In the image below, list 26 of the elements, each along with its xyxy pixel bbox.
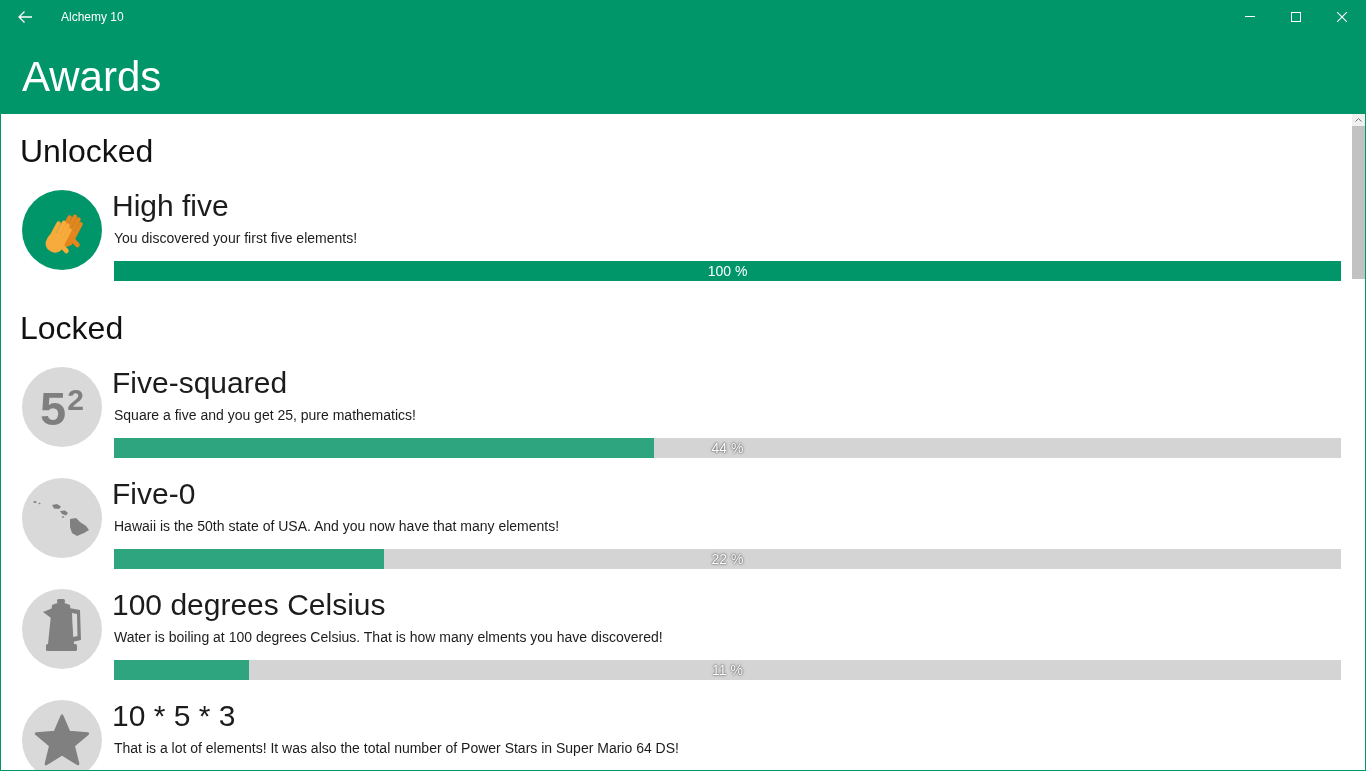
award-title: High five (112, 190, 230, 222)
award-title: 10 * 5 * 3 (112, 700, 237, 732)
minimize-icon (1245, 16, 1255, 17)
award-description: Hawaii is the 50th state of USA. And you now have that many elements! (114, 517, 561, 536)
page-title: Awards (22, 52, 162, 102)
maximize-icon (1291, 11, 1301, 22)
award-title: 100 degrees Celsius (112, 589, 387, 621)
award-description: Water is boiling at 100 degrees Celsius. That is how many elments you have discovered! (114, 628, 664, 647)
back-arrow-icon (18, 10, 32, 23)
progress-label: 100 % (707, 262, 748, 281)
progress-label: 44 % (711, 439, 744, 458)
progress-label: 22 % (711, 550, 744, 569)
scroll-thumb[interactable] (1352, 126, 1365, 279)
section-heading: Locked (20, 309, 125, 348)
award-title: Five-0 (112, 478, 197, 510)
award-title: Five-squared (112, 367, 289, 399)
section-heading: Unlocked (20, 132, 155, 171)
award-description: Square a five and you get 25, pure mathematics! (114, 406, 417, 425)
award-description: That is a lot of elements! It was also the total number of Power Stars in Super Mario 64 DS! (114, 739, 680, 758)
chevron-up-icon (1355, 118, 1362, 122)
scroll-up-button[interactable] (1352, 114, 1365, 126)
close-icon (1337, 11, 1347, 22)
award-description: You discovered your first five elements! (114, 229, 359, 248)
window-title: Alchemy 10 (61, 8, 124, 25)
award-badge: 5$^{2}$ (22, 367, 102, 447)
progress-label: 11 % (712, 661, 743, 680)
